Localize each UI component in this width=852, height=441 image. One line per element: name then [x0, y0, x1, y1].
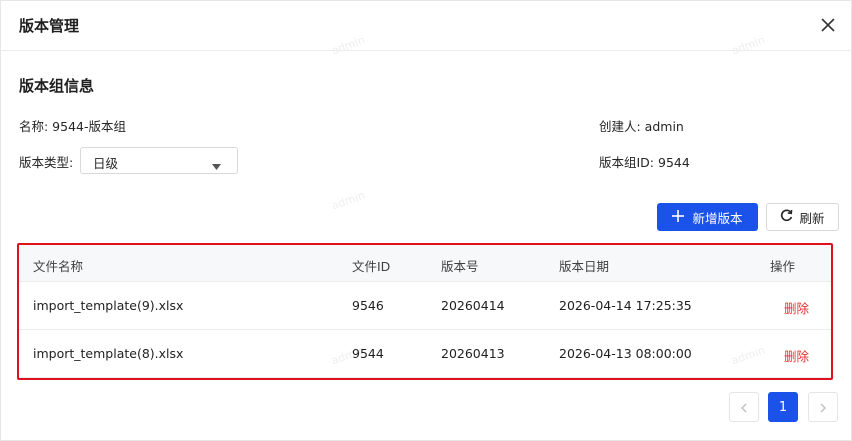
- cell-file-id: 9546: [352, 298, 384, 313]
- page-1-button[interactable]: 1: [768, 392, 798, 422]
- cell-file-name: import_template(9).xlsx: [33, 298, 184, 313]
- version-table: 文件名称 文件ID 版本号 版本日期 操作 import_template(9)…: [17, 243, 833, 380]
- cell-file-id: 9544: [352, 346, 384, 361]
- chevron-left-icon: [740, 398, 748, 417]
- table-row: import_template(8).xlsx 9544 20260413 20…: [19, 330, 831, 378]
- version-type-select[interactable]: 日级: [80, 147, 238, 174]
- version-management-dialog: 版本管理 admin admin admin admin admin 版本组信息…: [0, 0, 852, 441]
- header-file-id: 文件ID: [352, 259, 391, 274]
- next-page-button[interactable]: [808, 392, 838, 422]
- cell-version: 20260414: [441, 298, 505, 313]
- header-version: 版本号: [441, 259, 479, 274]
- table-header: 文件名称 文件ID 版本号 版本日期 操作: [19, 245, 831, 282]
- prev-page-button[interactable]: [729, 392, 759, 422]
- header-version-date: 版本日期: [559, 259, 610, 274]
- group-id-field: 版本组ID: 9544: [599, 155, 690, 170]
- cell-version: 20260413: [441, 346, 505, 361]
- table-row: import_template(9).xlsx 9546 20260414 20…: [19, 282, 831, 330]
- watermark: admin: [329, 188, 367, 213]
- dialog-header: 版本管理: [1, 1, 851, 51]
- dialog-title: 版本管理: [19, 17, 80, 35]
- add-version-label: 新增版本: [692, 210, 743, 226]
- refresh-label: 刷新: [799, 210, 825, 226]
- cell-version-date: 2026-04-14 17:25:35: [559, 298, 692, 313]
- cell-file-name: import_template(8).xlsx: [33, 346, 184, 361]
- caret-down-icon: [212, 158, 221, 173]
- version-type-value: 日级: [93, 156, 119, 171]
- group-name-field: 名称: 9544-版本组: [19, 119, 127, 134]
- plus-icon: [672, 209, 685, 225]
- refresh-icon: [780, 209, 793, 225]
- delete-button[interactable]: 删除: [784, 346, 809, 365]
- version-type-label: 版本类型:: [19, 155, 74, 170]
- refresh-button[interactable]: 刷新: [766, 203, 839, 231]
- header-file-name: 文件名称: [33, 259, 84, 274]
- chevron-right-icon: [819, 398, 827, 417]
- cell-version-date: 2026-04-13 08:00:00: [559, 346, 692, 361]
- delete-button[interactable]: 删除: [784, 298, 809, 317]
- header-actions: 操作: [770, 259, 796, 274]
- creator-field: 创建人: admin: [599, 119, 684, 134]
- close-icon[interactable]: [817, 14, 839, 36]
- section-title: 版本组信息: [19, 77, 95, 95]
- add-version-button[interactable]: 新增版本: [657, 203, 758, 231]
